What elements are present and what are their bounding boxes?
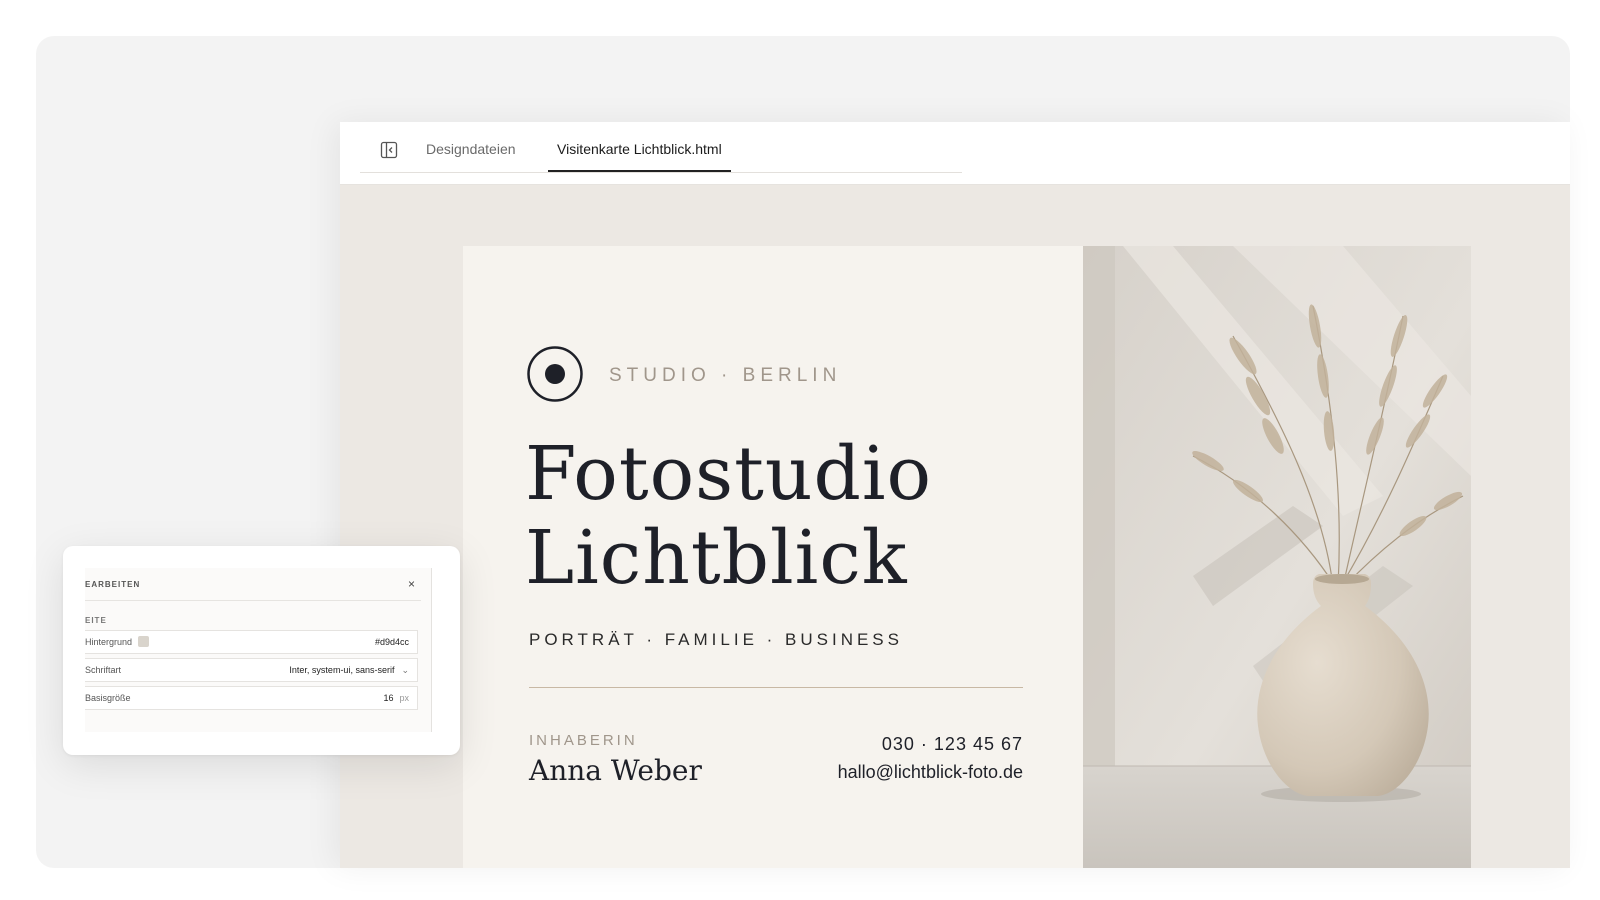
font-family-select[interactable]: Schriftart Inter, system-ui, sans-serif ⌄: [85, 658, 418, 682]
camera-lens-icon: [527, 346, 583, 402]
color-swatch[interactable]: [138, 636, 149, 647]
edit-panel-title: EARBEITEN: [85, 580, 141, 589]
base-size-unit: px: [399, 693, 409, 703]
base-size-input[interactable]: Basisgröße 16 px: [85, 686, 418, 710]
tab-bar: Designdateien Visitenkarte Lichtblick.ht…: [340, 122, 1570, 185]
edit-panel-section-label: EITE: [85, 616, 107, 625]
services-list: PORTRÄT · FAMILIE · BUSINESS: [529, 630, 903, 649]
background-color-value: #d9d4cc: [374, 637, 409, 647]
studio-location-label: STUDIO · BERLIN: [609, 365, 842, 386]
editor-window: Designdateien Visitenkarte Lichtblick.ht…: [340, 122, 1570, 868]
owner-name: Anna Weber: [529, 754, 702, 787]
close-icon[interactable]: ×: [408, 577, 415, 591]
tab-designdateien[interactable]: Designdateien: [426, 136, 516, 172]
field-label: Hintergrund: [85, 637, 133, 647]
field-label: Schriftart: [85, 665, 122, 675]
background-color-field[interactable]: Hintergrund #d9d4cc: [85, 630, 418, 654]
card-text-side: STUDIO · BERLIN Fotostudio Lichtblick PO…: [463, 246, 1083, 868]
chevron-down-icon: ⌄: [401, 665, 409, 675]
tab-visitenkarte[interactable]: Visitenkarte Lichtblick.html: [548, 136, 731, 172]
owner-label: INHABERIN: [529, 732, 638, 749]
email-address: hallo@lichtblick-foto.de: [837, 762, 1023, 782]
phone-number: 030 · 123 45 67: [881, 734, 1023, 754]
field-label: Basisgröße: [85, 693, 131, 703]
edit-panel: EARBEITEN × EITE Hintergrund #d9d4cc Sch…: [63, 546, 460, 755]
title-line-1: Fotostudio: [525, 431, 933, 517]
edit-panel-content: EARBEITEN × EITE Hintergrund #d9d4cc Sch…: [85, 568, 432, 732]
vase-photo: [1083, 246, 1471, 868]
studio-title: Fotostudio Lichtblick: [525, 432, 932, 600]
font-family-value: Inter, system-ui, sans-serif: [289, 665, 395, 675]
card-divider: [529, 687, 1023, 688]
base-size-value: 16: [383, 693, 394, 703]
tab-bar-divider: [360, 172, 962, 173]
business-card: STUDIO · BERLIN Fotostudio Lichtblick PO…: [463, 246, 1471, 868]
title-line-2: Lichtblick: [525, 515, 908, 601]
edit-panel-header: EARBEITEN ×: [85, 577, 421, 601]
base-size-value-wrap: 16 px: [383, 693, 409, 703]
sidebar-toggle-icon[interactable]: [378, 139, 400, 161]
font-family-value-wrap: Inter, system-ui, sans-serif ⌄: [289, 665, 409, 676]
